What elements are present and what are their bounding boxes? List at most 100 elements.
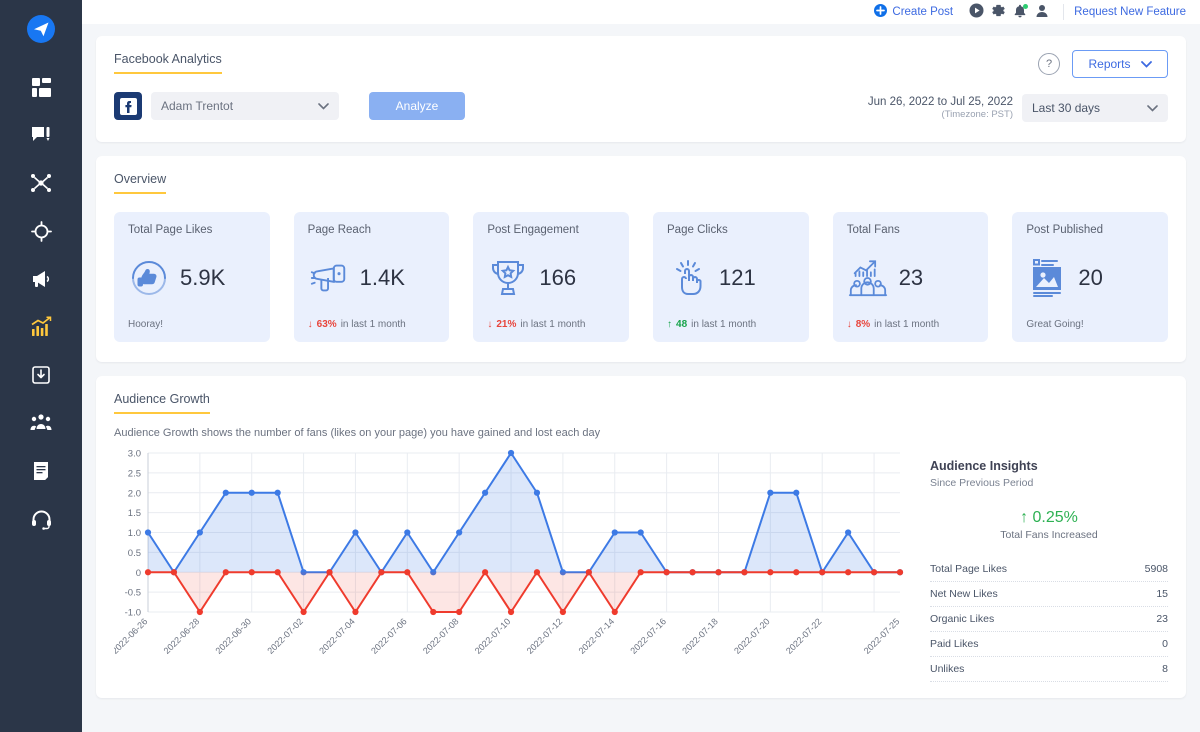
timezone-text: (Timezone: PST) — [941, 109, 1013, 120]
metric-card-title: Page Clicks — [667, 224, 728, 236]
top-bar: Create Post Request New Feature — [82, 0, 1200, 24]
inbox-download-icon — [31, 365, 51, 385]
tab-overview[interactable]: Overview — [114, 172, 167, 194]
growth-body: 3.0 2.5 2.0 1.5 1.0 0.5 0 -0.5 -1.0 2022-06-26 202… — [110, 445, 1168, 682]
analytics-chart-icon — [30, 316, 52, 338]
paper-plane-icon — [26, 15, 56, 48]
svg-text:2022-06-26: 2022-06-26 — [114, 616, 149, 656]
target-icon — [30, 220, 52, 242]
metric-card[interactable]: Page Clicks 121 ↑ 48 in last 1 month — [653, 212, 809, 342]
metric-card-value: 1.4K — [359, 264, 405, 290]
insights-row-label: Net New Likes — [930, 588, 998, 600]
svg-text:-0.5: -0.5 — [125, 588, 141, 599]
request-new-feature-link[interactable]: Request New Feature — [1074, 6, 1186, 18]
metric-card-title: Page Reach — [307, 224, 371, 236]
svg-text:2.0: 2.0 — [128, 488, 141, 499]
metric-card[interactable]: Total Fans 23 ↓ 8% in last 1 month — [832, 212, 989, 342]
svg-text:0.5: 0.5 — [128, 548, 141, 559]
metric-card[interactable]: Total Page Likes 5.9K Hooray! — [114, 212, 270, 342]
sidebar-item-target[interactable] — [17, 207, 65, 255]
user-account-button[interactable] — [1031, 1, 1053, 23]
svg-text:2022-07-18: 2022-07-18 — [680, 616, 720, 656]
play-circle-button[interactable] — [965, 1, 987, 23]
fans-growth-icon — [847, 257, 889, 299]
create-post-label: Create Post — [892, 6, 954, 18]
sidebar-item-analytics[interactable] — [17, 303, 65, 351]
analyze-button[interactable]: Analyze — [369, 92, 465, 120]
network-icon — [30, 172, 52, 194]
insights-highlight-value: 0.25% — [1032, 509, 1078, 526]
svg-text:2022-07-14: 2022-07-14 — [577, 616, 617, 656]
reports-label: Reports — [1088, 57, 1131, 71]
tab-facebook-analytics[interactable]: Facebook Analytics — [114, 52, 222, 74]
metric-card-value: 5.9K — [180, 264, 226, 290]
help-button[interactable]: ? — [1038, 53, 1060, 75]
play-circle-icon — [969, 3, 984, 21]
sidebar-item-dashboard[interactable] — [17, 63, 65, 111]
arrow-down-icon: ↓ — [487, 319, 493, 330]
metric-card[interactable]: Page Reach 1.4K ↓ 63% in last 1 month — [293, 212, 450, 342]
date-range-display: Jun 26, 2022 to Jul 25, 2022 (Timezone: … — [868, 96, 1013, 120]
insights-row-label: Organic Likes — [930, 613, 995, 625]
svg-text:2022-06-30: 2022-06-30 — [214, 616, 254, 656]
svg-text:2022-07-02: 2022-07-02 — [265, 616, 305, 656]
overview-panel: Overview Total Page Likes 5.9K Hooray! Page… — [96, 156, 1186, 362]
metric-card-footer: ↓ 63% in last 1 month — [308, 319, 436, 330]
header-actions: ? Reports — [1038, 50, 1168, 78]
settings-button[interactable] — [987, 1, 1009, 23]
arrow-down-icon: ↓ — [307, 319, 313, 330]
sidebar-item-support[interactable] — [17, 495, 65, 543]
svg-text:2022-07-06: 2022-07-06 — [369, 616, 409, 656]
svg-text:2022-07-04: 2022-07-04 — [317, 616, 357, 656]
tab-audience-growth[interactable]: Audience Growth — [114, 392, 210, 414]
svg-text:2022-07-20: 2022-07-20 — [732, 616, 772, 656]
topbar-divider — [1063, 4, 1065, 20]
create-post-button[interactable]: Create Post — [874, 4, 953, 20]
audience-insights: Audience Insights Since Previous Period … — [914, 445, 1168, 682]
account-select[interactable]: Adam Trentot — [151, 92, 339, 120]
metric-card-footer: ↑ 48 in last 1 month — [667, 319, 795, 330]
reports-dropdown-button[interactable]: Reports — [1072, 50, 1168, 78]
sidebar-item-network[interactable] — [17, 159, 65, 207]
metric-card-footer: ↓ 8% in last 1 month — [847, 319, 975, 330]
insights-subtitle: Since Previous Period — [930, 477, 1034, 489]
metric-card-body: 1.4K — [308, 257, 436, 299]
insights-row-value: 0 — [1162, 638, 1168, 650]
thumbs-up-circle-icon — [128, 257, 170, 299]
metric-card-body: 121 — [667, 257, 795, 299]
insights-row-label: Paid Likes — [930, 638, 979, 650]
account-select-value: Adam Trentot — [161, 99, 234, 113]
insights-highlight-label: Total Fans Increased — [1000, 529, 1098, 541]
metric-card-title: Post Engagement — [487, 224, 579, 236]
megaphone-icon — [308, 257, 350, 299]
sidebar-item-campaigns[interactable] — [17, 255, 65, 303]
question-mark-icon: ? — [1045, 58, 1053, 70]
insights-row: Organic Likes 23 — [930, 607, 1168, 632]
notification-dot — [1023, 4, 1029, 9]
sidebar-item-inbox[interactable] — [17, 351, 65, 399]
sidebar — [0, 0, 82, 732]
insights-list: Total Page Likes 5908 Net New Likes 15 Organ… — [930, 557, 1168, 682]
svg-text:2022-07-08: 2022-07-08 — [421, 616, 461, 656]
sidebar-item-reports[interactable] — [17, 447, 65, 495]
metric-card-delta: 48 — [676, 319, 688, 330]
metric-card-footer-text: Great Going! — [1026, 319, 1084, 330]
metric-card-value: 20 — [1078, 264, 1103, 290]
svg-text:3.0: 3.0 — [128, 449, 141, 460]
metric-card[interactable]: Post Engagement 166 ↓ 21% in last 1 month — [473, 212, 630, 342]
metric-card-footer-text: in last 1 month — [874, 319, 940, 330]
metric-card-delta: 63% — [316, 319, 337, 330]
date-range-select[interactable]: Last 30 days — [1022, 94, 1168, 122]
metric-card-value: 121 — [719, 264, 756, 290]
date-controls: Jun 26, 2022 to Jul 25, 2022 (Timezone: … — [868, 94, 1168, 122]
metric-card-title: Total Page Likes — [128, 224, 213, 236]
sidebar-item-compose[interactable] — [17, 111, 65, 159]
svg-text:1.5: 1.5 — [128, 508, 141, 519]
app-logo[interactable] — [26, 14, 56, 49]
metric-card-body: 20 — [1026, 257, 1154, 299]
metric-card[interactable]: Post Published 20 Great Going! — [1012, 212, 1169, 342]
headset-icon — [31, 509, 52, 530]
insights-highlight: ↑ 0.25% — [930, 509, 1168, 527]
notifications-button[interactable] — [1009, 1, 1031, 23]
sidebar-item-team[interactable] — [17, 399, 65, 447]
